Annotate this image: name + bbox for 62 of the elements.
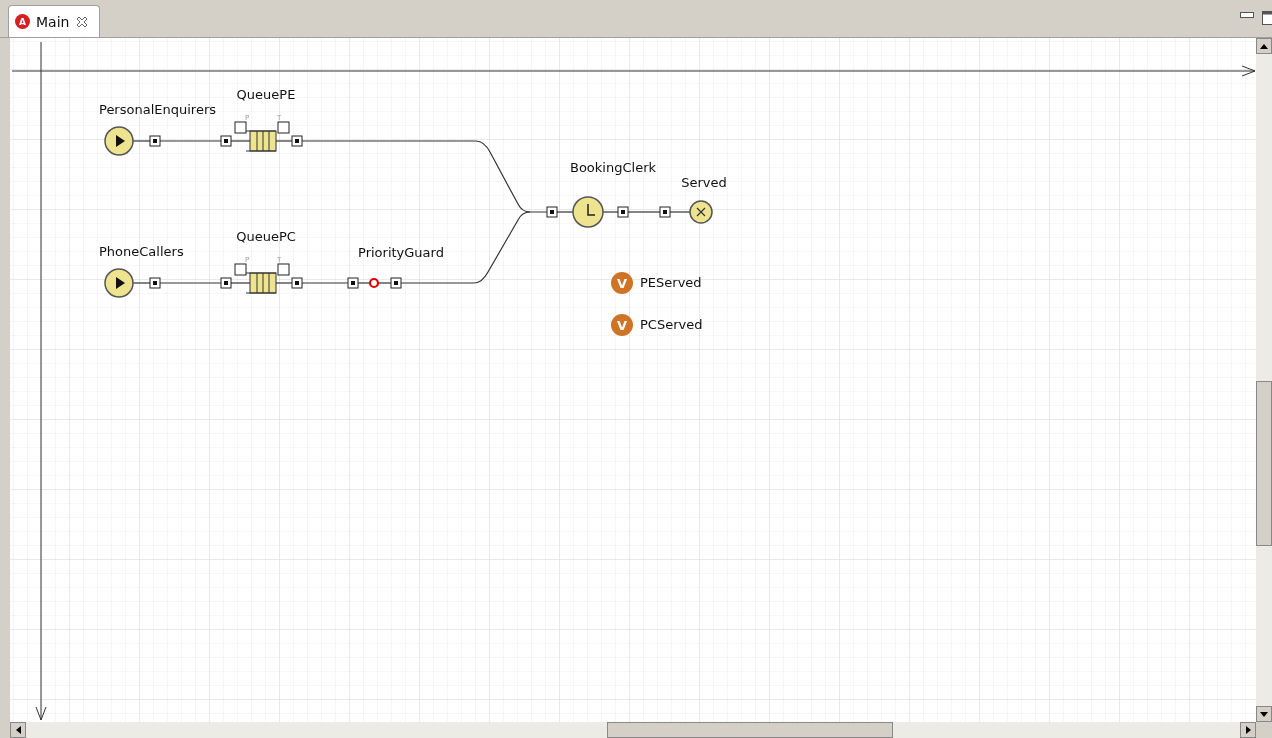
scroll-right-button[interactable] — [1240, 722, 1256, 738]
port — [291, 135, 303, 147]
port — [220, 277, 232, 289]
editor-tab[interactable]: A Main — [8, 5, 101, 37]
connector — [602, 211, 619, 213]
connector — [132, 140, 151, 142]
maximize-icon[interactable] — [1262, 11, 1272, 25]
variable-icon[interactable]: V — [611, 272, 633, 294]
block-label: PersonalEnquirers — [99, 102, 216, 117]
queue-block[interactable] — [234, 121, 290, 152]
vertical-scrollbar[interactable] — [1256, 38, 1272, 722]
up-arrow-icon — [1260, 43, 1268, 49]
connector — [159, 140, 222, 142]
scroll-thumb[interactable] — [1256, 381, 1272, 546]
connector — [301, 282, 349, 284]
down-arrow-icon — [1260, 711, 1268, 717]
connector — [230, 282, 251, 284]
block-label: Served — [681, 175, 727, 190]
block-label: QueuePC — [236, 229, 296, 244]
port — [546, 206, 558, 218]
connector — [275, 140, 293, 142]
source-block[interactable] — [104, 126, 134, 156]
block-label: PhoneCallers — [99, 244, 184, 259]
connector — [275, 282, 293, 284]
clock-icon[interactable] — [572, 196, 604, 228]
port — [390, 277, 402, 289]
scroll-thumb[interactable] — [607, 722, 893, 738]
horizontal-scrollbar[interactable] — [10, 722, 1272, 738]
block-label: BookingClerk — [570, 160, 656, 175]
scroll-up-button[interactable] — [1256, 38, 1272, 54]
port — [149, 277, 161, 289]
variable-icon[interactable]: V — [611, 314, 633, 336]
port — [149, 135, 161, 147]
sink-block[interactable] — [689, 200, 713, 224]
connector — [627, 211, 661, 213]
block-label: QueuePE — [236, 87, 296, 102]
connector — [230, 140, 251, 142]
port — [347, 277, 359, 289]
variable-label: PEServed — [640, 275, 702, 290]
connector — [132, 282, 151, 284]
connector — [556, 211, 574, 213]
queue-block[interactable] — [234, 263, 290, 294]
connector — [159, 282, 222, 284]
source-block[interactable] — [104, 268, 134, 298]
connector — [357, 282, 371, 284]
block-label: PriorityGuard — [358, 245, 444, 260]
connector — [669, 211, 691, 213]
scroll-left-button[interactable] — [10, 722, 26, 738]
port — [291, 277, 303, 289]
port — [659, 206, 671, 218]
port — [617, 206, 629, 218]
hold-block[interactable] — [368, 277, 380, 289]
port — [220, 135, 232, 147]
minimize-icon[interactable] — [1240, 11, 1254, 19]
right-arrow-icon — [1245, 726, 1251, 734]
connector — [377, 282, 392, 284]
close-icon[interactable] — [75, 14, 90, 29]
model-icon: A — [15, 14, 30, 29]
left-arrow-icon — [15, 726, 21, 734]
scroll-down-button[interactable] — [1256, 706, 1272, 722]
variable-label: PCServed — [640, 317, 703, 332]
scrollbar-corner — [1256, 722, 1272, 738]
